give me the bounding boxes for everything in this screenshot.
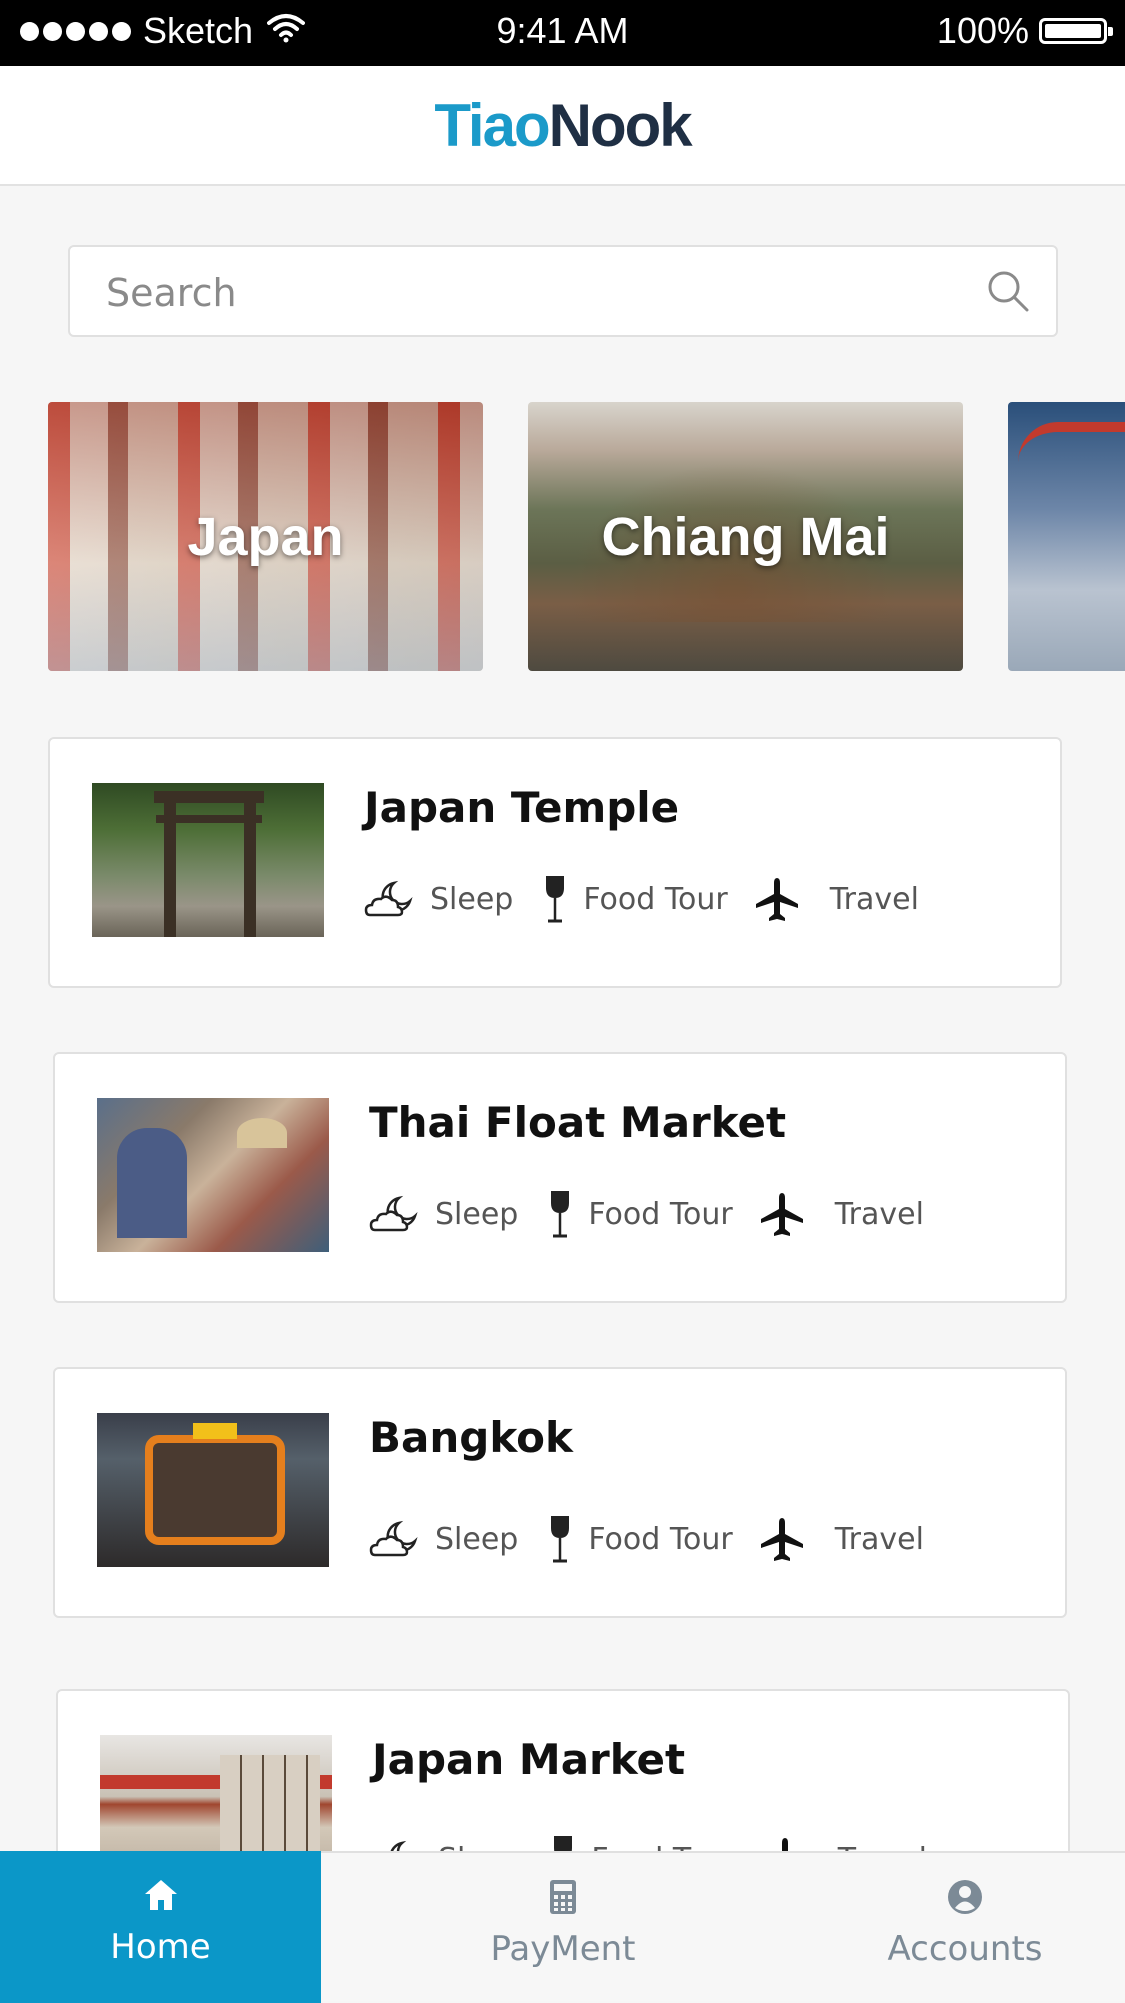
user-icon [947, 1877, 983, 1917]
tab-accounts[interactable]: Accounts [805, 1853, 1125, 2003]
cloud-moon-icon [364, 879, 414, 919]
tab-label: Accounts [887, 1929, 1043, 1969]
tag-label: Sleep [435, 1196, 519, 1232]
tag-travel[interactable]: Travel [759, 1191, 924, 1237]
place-tags: Sleep Food Tour Travel [369, 1184, 924, 1244]
home-icon [143, 1875, 179, 1915]
logo-part-tiao: Tiao [434, 91, 550, 159]
tab-home[interactable]: Home [0, 1851, 321, 2003]
place-title: Thai Float Market [369, 1098, 787, 1147]
tag-food-tour[interactable]: Food Tour [543, 874, 728, 924]
tag-travel[interactable]: Travel [754, 876, 919, 922]
tab-label: Home [110, 1927, 211, 1967]
tag-label: Sleep [435, 1521, 519, 1557]
tag-label: Travel [829, 881, 919, 917]
calculator-icon [549, 1877, 577, 1917]
tag-label: Food Tour [588, 1521, 733, 1557]
tag-food-tour[interactable]: Food Tour [548, 1514, 733, 1564]
tab-payment[interactable]: PayMent [321, 1853, 805, 2003]
tag-label: Sleep [430, 881, 514, 917]
destination-label: Chiang Mai [601, 506, 890, 567]
place-title: Bangkok [369, 1413, 573, 1462]
search-bar[interactable] [68, 245, 1058, 337]
wine-glass-icon [543, 874, 567, 924]
cloud-moon-icon [369, 1519, 419, 1559]
destination-label [1008, 402, 1125, 671]
destination-label: Japan [187, 506, 344, 567]
battery-icon [1039, 18, 1113, 44]
airplane-icon [759, 1516, 805, 1562]
destination-card-chiang-mai[interactable]: Chiang Mai [528, 402, 963, 671]
tab-label: PayMent [490, 1929, 636, 1969]
tag-label: Food Tour [588, 1196, 733, 1232]
app-header: TiaoNook [0, 66, 1125, 186]
place-card-japan-temple[interactable]: Japan Temple Sleep Food Tour Travel [48, 737, 1062, 988]
tag-food-tour[interactable]: Food Tour [548, 1189, 733, 1239]
app-logo: TiaoNook [434, 91, 693, 160]
destination-card-japan[interactable]: Japan [48, 402, 483, 671]
logo-part-nook: Nook [548, 91, 693, 159]
place-tags: Sleep Food Tour Travel [364, 869, 919, 929]
tag-sleep[interactable]: Sleep [369, 1194, 518, 1234]
airplane-icon [759, 1191, 805, 1237]
place-title: Japan Market [372, 1735, 686, 1784]
place-tags: Sleep Food Tour Travel [369, 1509, 924, 1569]
tag-label: Food Tour [583, 881, 728, 917]
place-thumbnail [92, 783, 324, 937]
place-title: Japan Temple [364, 783, 680, 832]
place-thumbnail [97, 1098, 329, 1252]
airplane-icon [754, 876, 800, 922]
destination-card-partial[interactable] [1008, 402, 1125, 671]
bottom-tab-bar: Home PayMent Accounts [0, 1851, 1125, 2003]
tag-sleep[interactable]: Sleep [364, 879, 513, 919]
tag-label: Travel [834, 1196, 924, 1232]
wine-glass-icon [548, 1189, 572, 1239]
search-icon[interactable] [986, 269, 1030, 317]
tag-travel[interactable]: Travel [759, 1516, 924, 1562]
place-card-thai-float-market[interactable]: Thai Float Market Sleep Food Tour Travel [53, 1052, 1067, 1303]
tag-sleep[interactable]: Sleep [369, 1519, 518, 1559]
battery-percent: 100% [936, 10, 1029, 51]
place-card-bangkok[interactable]: Bangkok Sleep Food Tour Travel [53, 1367, 1067, 1618]
tag-label: Travel [834, 1521, 924, 1557]
cloud-moon-icon [369, 1194, 419, 1234]
place-thumbnail [97, 1413, 329, 1567]
wine-glass-icon [548, 1514, 572, 1564]
search-input[interactable] [104, 265, 958, 321]
status-right: 100% [936, 10, 1113, 52]
status-bar: Sketch 9:41 AM 100% [0, 0, 1125, 66]
